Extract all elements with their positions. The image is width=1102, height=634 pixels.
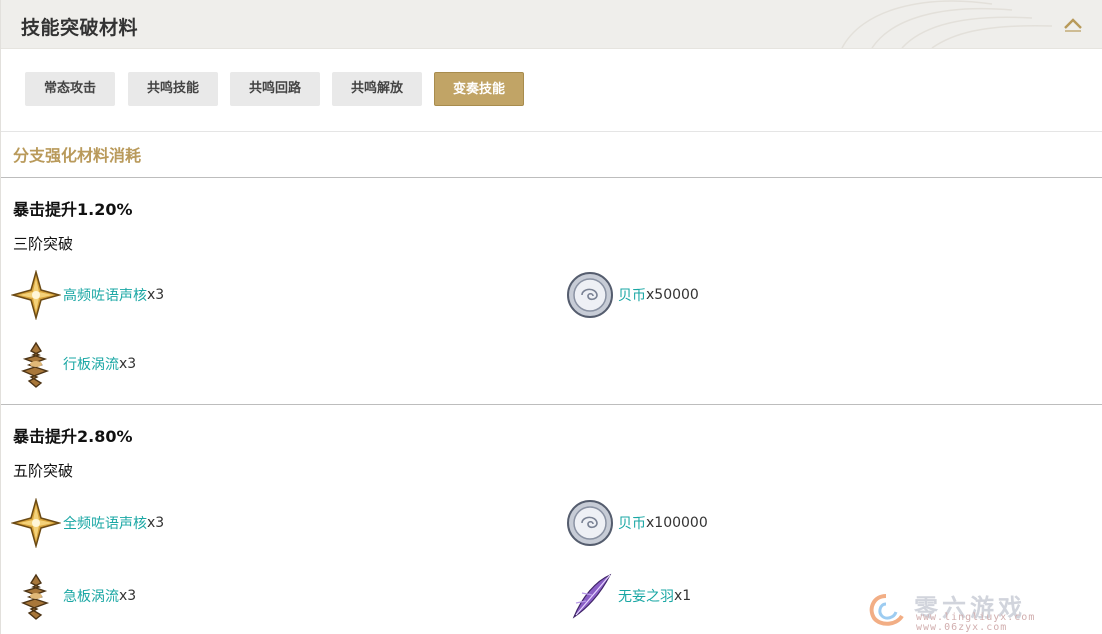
skill-breakthrough-panel: 技能突破材料 常态攻击 共鸣技能 共鸣回路 共鸣解放 变奏技能 分支强化材料消耗… (0, 0, 1102, 634)
material-qty: x50000 (646, 287, 699, 303)
material-item: 全频咗语声核 x3 (11, 498, 164, 548)
panel-title: 技能突破材料 (21, 17, 139, 39)
material-item: 行板涡流 x3 (11, 339, 136, 389)
material-name[interactable]: 急板涡流 (63, 586, 119, 606)
golden-shuriken-icon (11, 498, 61, 548)
bronze-vortex-icon (21, 573, 50, 620)
material-qty: x3 (147, 515, 165, 531)
material-qty: x3 (147, 287, 165, 303)
material-item: 高频咗语声核 x3 (11, 270, 164, 320)
material-qty: x1 (674, 588, 692, 604)
block-title: 暴击提升1.20% (13, 200, 133, 219)
chevron-up-icon[interactable] (1062, 16, 1084, 32)
watermark-url: www.06zyx.com (916, 622, 1008, 633)
tab-resonance-liberation[interactable]: 共鸣解放 (332, 72, 422, 106)
panel-header: 技能突破材料 (1, 0, 1102, 49)
watermark-logo-icon (869, 594, 904, 626)
stage-label: 五阶突破 (13, 462, 74, 480)
purple-feather-icon (572, 573, 612, 619)
material-name[interactable]: 贝币 (618, 513, 646, 533)
divider (1, 131, 1102, 132)
material-name[interactable]: 无妄之羽 (618, 586, 674, 606)
golden-shuriken-icon (11, 270, 61, 320)
material-item: 急板涡流 x3 (11, 571, 136, 621)
material-name[interactable]: 贝币 (618, 285, 646, 305)
divider (1, 404, 1102, 405)
material-qty: x3 (119, 356, 137, 372)
shell-coin-icon (567, 272, 613, 318)
bronze-vortex-icon (21, 341, 50, 388)
material-qty: x3 (119, 588, 137, 604)
material-qty: x100000 (646, 515, 708, 531)
tab-forte-circuit[interactable]: 共鸣回路 (230, 72, 320, 106)
material-item: 贝币 x100000 (566, 498, 708, 548)
header-decoration (841, 0, 1053, 48)
material-name[interactable]: 高频咗语声核 (63, 285, 147, 305)
tab-resonance-skill[interactable]: 共鸣技能 (128, 72, 218, 106)
material-item: 无妄之羽 x1 (566, 571, 691, 621)
section-title: 分支强化材料消耗 (13, 146, 142, 165)
tab-intro-skill[interactable]: 变奏技能 (434, 72, 524, 106)
material-name[interactable]: 全频咗语声核 (63, 513, 147, 533)
material-item: 贝币 x50000 (566, 270, 699, 320)
shell-coin-icon (567, 500, 613, 546)
stage-label: 三阶突破 (13, 235, 74, 253)
site-watermark: 零六游戏 www.lingliuyx.com www.06zyx.com (866, 588, 1096, 633)
material-name[interactable]: 行板涡流 (63, 354, 119, 374)
block-title: 暴击提升2.80% (13, 427, 133, 446)
divider (1, 177, 1102, 178)
tab-basic-attack[interactable]: 常态攻击 (25, 72, 115, 106)
